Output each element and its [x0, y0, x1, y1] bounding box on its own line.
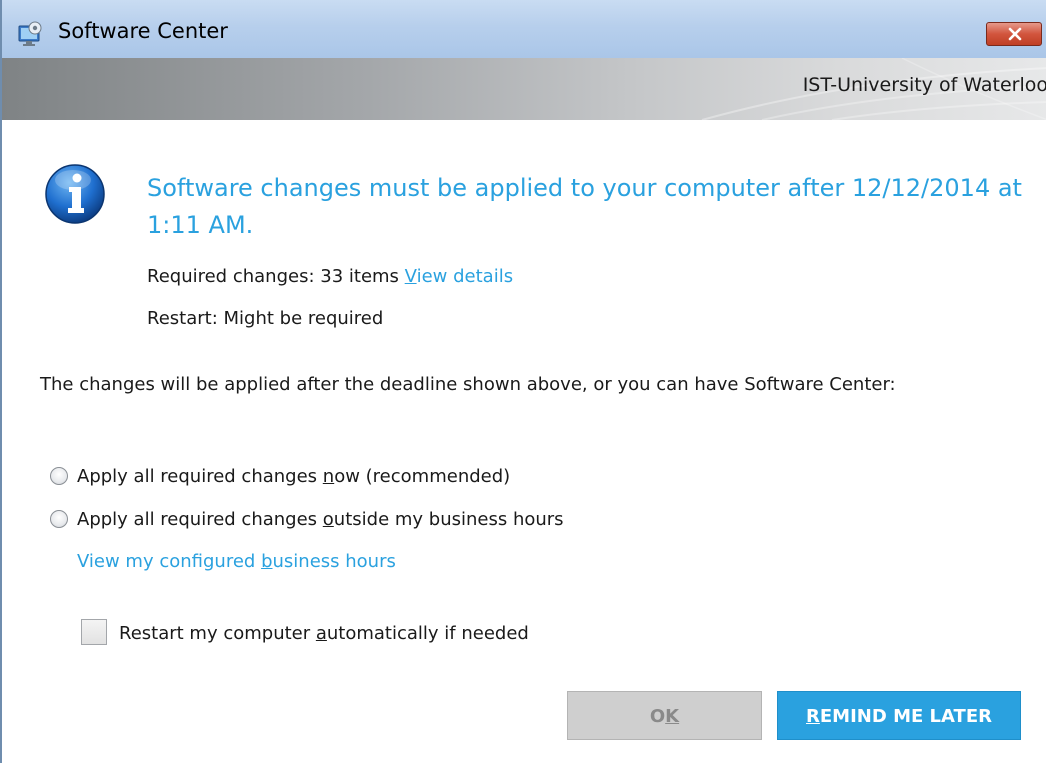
apply-now-label: Apply all required changes now (recommen…	[77, 466, 511, 487]
restart-row: Restart: Might be required	[147, 308, 383, 329]
deadline-message: Software changes must be applied to your…	[147, 174, 1022, 239]
close-button[interactable]	[986, 22, 1042, 46]
options-description: The changes will be applied after the de…	[40, 374, 896, 395]
restart-label: Restart:	[147, 308, 218, 329]
window-title: Software Center	[58, 19, 228, 43]
info-icon	[45, 164, 105, 224]
title-bar[interactable]: Software Center	[2, 0, 1046, 58]
apply-now-radio[interactable]: Apply all required changes now (recommen…	[50, 466, 510, 487]
apply-outside-hours-radio[interactable]: Apply all required changes outside my bu…	[50, 509, 564, 530]
radio-button[interactable]	[50, 467, 68, 485]
ok-button[interactable]: OK	[567, 691, 762, 740]
view-details-link[interactable]: View details	[405, 266, 513, 287]
required-changes-row: Required changes: 33 items View details	[147, 266, 513, 287]
remind-me-later-button[interactable]: REMIND ME LATER	[777, 691, 1021, 740]
close-icon	[1008, 27, 1022, 41]
organization-name: IST-University of Waterloo	[802, 74, 1046, 96]
software-center-dialog: Software Center IST-University of Waterl…	[0, 0, 1046, 763]
apply-outside-hours-label: Apply all required changes outside my bu…	[77, 509, 564, 530]
radio-button[interactable]	[50, 510, 68, 528]
required-changes-label: Required changes:	[147, 266, 315, 287]
restart-automatically-label: Restart my computer automatically if nee…	[119, 623, 529, 644]
view-business-hours-link[interactable]: View my configured business hours	[77, 551, 396, 572]
checkbox[interactable]	[81, 619, 107, 645]
restart-automatically-checkbox[interactable]: Restart my computer automatically if nee…	[81, 619, 529, 645]
organization-banner: IST-University of Waterloo	[2, 58, 1046, 120]
software-center-icon	[18, 21, 42, 46]
required-changes-count: 33 items	[320, 266, 399, 287]
restart-value: Might be required	[223, 308, 384, 329]
